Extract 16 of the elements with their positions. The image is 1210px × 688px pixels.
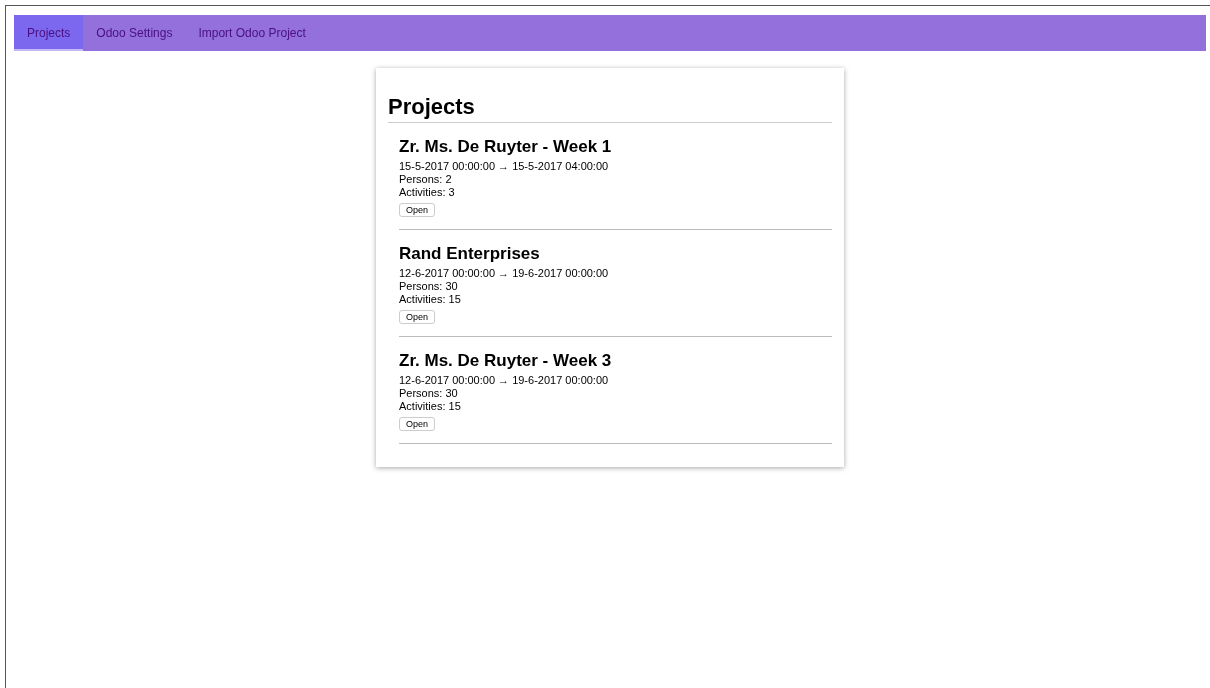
project-dates: 15-5-2017 00:00:00 → 15-5-2017 04:00:00 — [399, 160, 610, 173]
activities-count: Activities: 15 — [399, 400, 462, 413]
persons-count: Persons: 30 — [399, 280, 459, 293]
open-button[interactable]: Open — [399, 417, 436, 431]
open-button[interactable]: Open — [399, 203, 436, 217]
project-dates: 12-6-2017 00:00:00 → 19-6-2017 00:00:00 — [399, 267, 610, 280]
project-name: Zr. Ms. De Ruyter - Week 1 — [399, 137, 613, 157]
activities-count: Activities: 15 — [399, 293, 462, 306]
open-button[interactable]: Open — [399, 310, 436, 324]
page-title: Projects — [388, 94, 832, 123]
activities-count: Activities: 3 — [399, 186, 456, 199]
project-dates: 12-6-2017 00:00:00 → 19-6-2017 00:00:00 — [399, 374, 610, 387]
project-name: Zr. Ms. De Ruyter - Week 3 — [399, 351, 613, 371]
persons-count: Persons: 30 — [399, 387, 459, 400]
persons-count: Persons: 2 — [399, 173, 453, 186]
project-name: Rand Enterprises — [399, 244, 541, 264]
